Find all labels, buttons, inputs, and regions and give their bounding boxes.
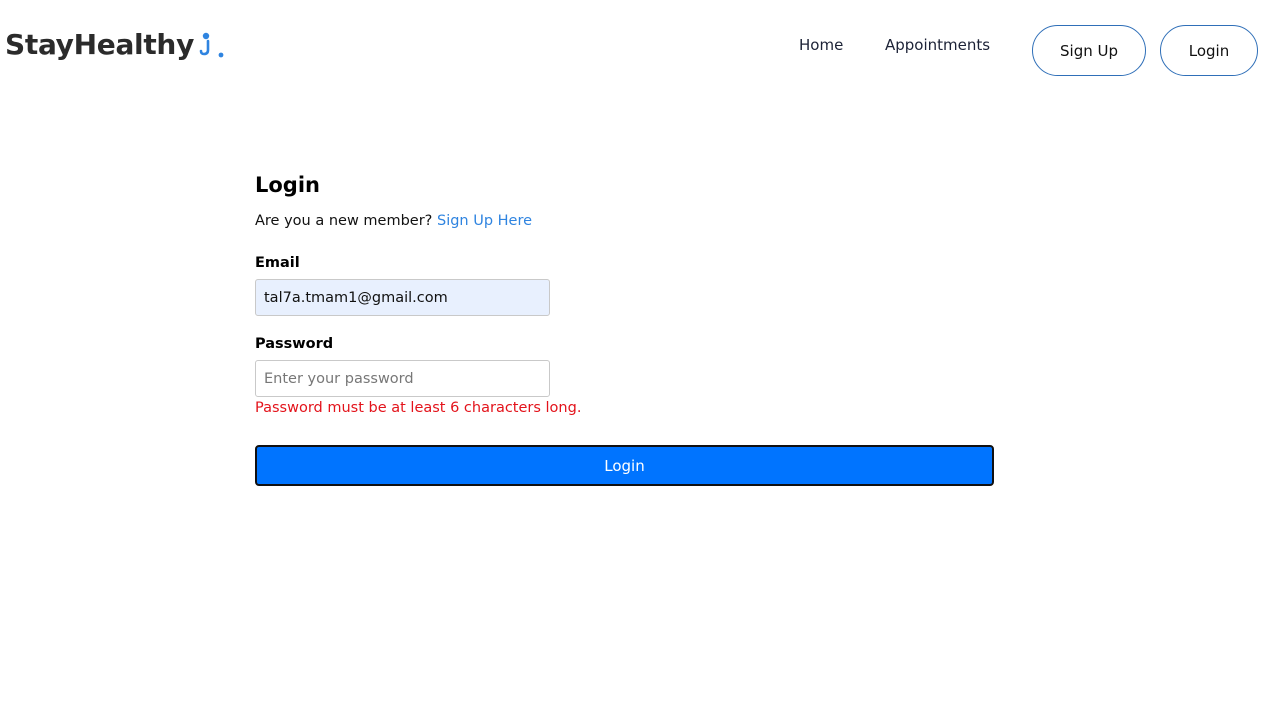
- brand-name: StayHealthy: [5, 28, 195, 61]
- page-title: Login: [255, 173, 320, 197]
- member-prompt-text: Are you a new member?: [255, 213, 433, 229]
- password-error-message: Password must be at least 6 characters l…: [255, 400, 582, 416]
- password-label: Password: [255, 336, 334, 352]
- navbar: StayHealthy Home Appointments Sign Up Lo…: [0, 0, 1261, 90]
- nav-link-home[interactable]: Home: [799, 35, 843, 55]
- signup-here-link[interactable]: Sign Up Here: [437, 213, 532, 229]
- nav-link-appointments[interactable]: Appointments: [885, 35, 990, 55]
- password-input[interactable]: [255, 360, 550, 397]
- login-nav-button[interactable]: Login: [1160, 25, 1258, 76]
- member-prompt-line: Are you a new member? Sign Up Here: [255, 211, 995, 231]
- email-input[interactable]: [255, 279, 550, 316]
- login-submit-button[interactable]: Login: [255, 445, 994, 486]
- signup-button[interactable]: Sign Up: [1032, 25, 1146, 76]
- email-label: Email: [255, 255, 300, 271]
- brand-logo[interactable]: StayHealthy: [5, 27, 227, 63]
- person-icon: [199, 30, 227, 60]
- login-form: Login Are you a new member? Sign Up Here…: [255, 170, 995, 486]
